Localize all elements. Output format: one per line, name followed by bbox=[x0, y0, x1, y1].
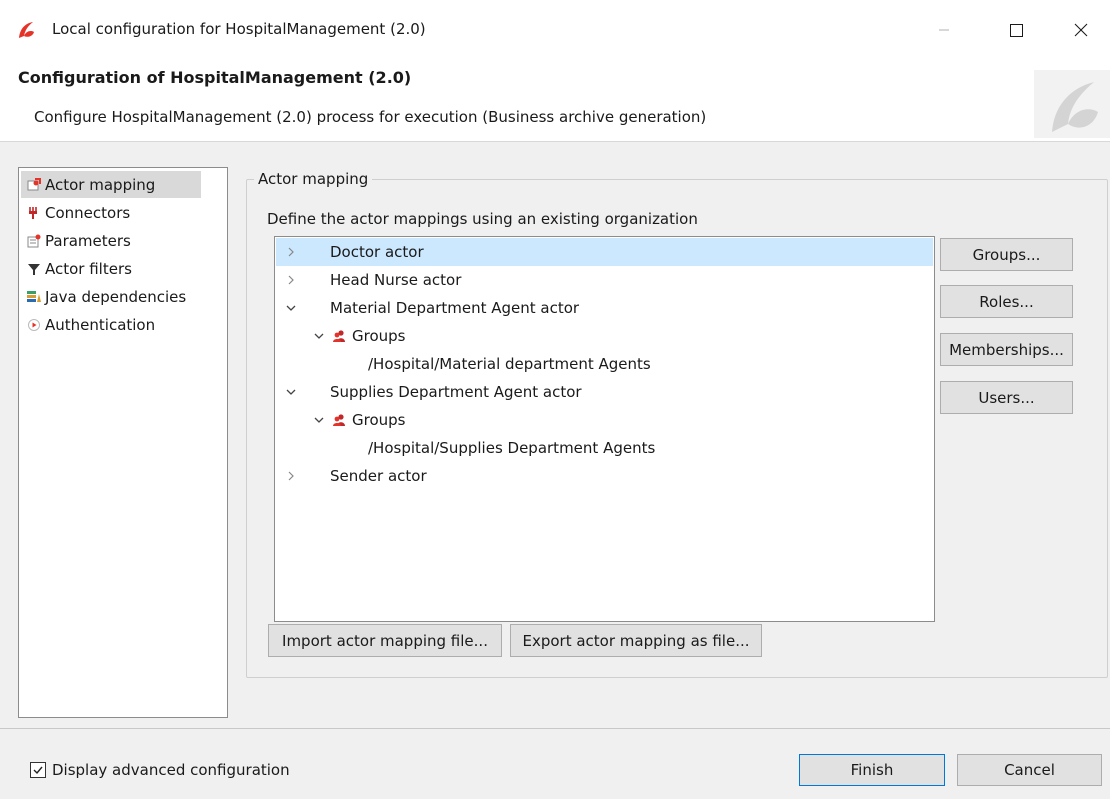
groups-button[interactable]: Groups... bbox=[940, 238, 1073, 271]
nav-item-authentication[interactable]: Authentication bbox=[21, 311, 155, 338]
actor-mapping-tree[interactable]: Doctor actor Head Nurse actor Material D… bbox=[274, 236, 935, 622]
actor-mapping-icon bbox=[27, 177, 41, 192]
finish-button[interactable]: Finish bbox=[799, 754, 945, 786]
nav-item-label: Connectors bbox=[45, 203, 131, 222]
actor-mapping-instructions: Define the actor mappings using an exist… bbox=[267, 210, 698, 228]
advanced-config-checkbox[interactable]: Display advanced configuration bbox=[30, 761, 290, 779]
group-icon bbox=[332, 413, 346, 427]
tree-row-doctor-actor[interactable]: Doctor actor bbox=[276, 238, 933, 266]
tree-row-group-path[interactable]: /Hospital/Supplies Department Agents bbox=[276, 434, 933, 462]
tree-row-material-department-actor[interactable]: Material Department Agent actor bbox=[276, 294, 933, 322]
minimize-icon bbox=[939, 29, 949, 31]
dialog-header: Configuration of HospitalManagement (2.0… bbox=[0, 58, 1110, 141]
tree-row-sender-actor[interactable]: Sender actor bbox=[276, 462, 933, 490]
nav-item-actor-filters[interactable]: Actor filters bbox=[21, 255, 132, 282]
bonita-watermark-icon bbox=[1034, 70, 1110, 138]
nav-item-label: Authentication bbox=[45, 315, 156, 334]
nav-item-connectors[interactable]: Connectors bbox=[21, 199, 130, 226]
import-actor-mapping-button[interactable]: Import actor mapping file... bbox=[268, 624, 502, 657]
advanced-config-label: Display advanced configuration bbox=[52, 761, 290, 779]
tree-row-label: Material Department Agent actor bbox=[330, 299, 580, 317]
bonita-logo-icon bbox=[19, 22, 34, 38]
chevron-down-icon[interactable] bbox=[312, 329, 326, 343]
minimize-button[interactable] bbox=[921, 14, 967, 46]
tree-row-label: Groups bbox=[352, 327, 406, 345]
cancel-button[interactable]: Cancel bbox=[957, 754, 1102, 786]
nav-item-actor-mapping[interactable]: Actor mapping bbox=[21, 171, 201, 198]
checkmark-icon bbox=[33, 766, 43, 775]
checkbox-box[interactable] bbox=[30, 762, 46, 778]
tree-row-label: Doctor actor bbox=[330, 243, 424, 261]
window-title: Local configuration for HospitalManageme… bbox=[52, 20, 426, 38]
tree-row-head-nurse-actor[interactable]: Head Nurse actor bbox=[276, 266, 933, 294]
chevron-right-icon[interactable] bbox=[284, 273, 298, 287]
chevron-down-icon[interactable] bbox=[284, 385, 298, 399]
tree-row-supplies-department-actor[interactable]: Supplies Department Agent actor bbox=[276, 378, 933, 406]
connector-icon bbox=[27, 206, 41, 220]
roles-button[interactable]: Roles... bbox=[940, 285, 1073, 318]
memberships-button[interactable]: Memberships... bbox=[940, 333, 1073, 366]
window-titlebar: Local configuration for HospitalManageme… bbox=[0, 0, 1110, 58]
nav-item-label: Java dependencies bbox=[45, 287, 187, 306]
nav-item-label: Actor mapping bbox=[45, 175, 156, 194]
nav-item-java-dependencies[interactable]: Java dependencies bbox=[21, 283, 186, 310]
tree-row-label: Head Nurse actor bbox=[330, 271, 462, 289]
nav-item-parameters[interactable]: Parameters bbox=[21, 227, 131, 254]
tree-row-group-path[interactable]: /Hospital/Material department Agents bbox=[276, 350, 933, 378]
java-dependencies-icon bbox=[27, 290, 41, 304]
filter-icon bbox=[27, 262, 41, 276]
actor-mapping-group-title: Actor mapping bbox=[254, 170, 373, 188]
close-icon bbox=[1074, 23, 1088, 37]
tree-row-label: /Hospital/Supplies Department Agents bbox=[368, 439, 656, 457]
tree-row-label: Groups bbox=[352, 411, 406, 429]
maximize-button[interactable] bbox=[993, 14, 1039, 46]
config-nav-list: Actor mapping Connectors Parameters Acto… bbox=[18, 167, 228, 718]
chevron-down-icon[interactable] bbox=[312, 413, 326, 427]
nav-item-label: Actor filters bbox=[45, 259, 132, 278]
nav-item-label: Parameters bbox=[45, 231, 131, 250]
close-button[interactable] bbox=[1058, 14, 1104, 46]
footer-separator bbox=[0, 728, 1110, 729]
maximize-icon bbox=[1009, 23, 1023, 37]
page-title: Configuration of HospitalManagement (2.0… bbox=[18, 68, 412, 87]
dialog-body: Actor mapping Connectors Parameters Acto… bbox=[0, 141, 1110, 799]
export-actor-mapping-button[interactable]: Export actor mapping as file... bbox=[510, 624, 762, 657]
tree-row-label: /Hospital/Material department Agents bbox=[368, 355, 651, 373]
users-button[interactable]: Users... bbox=[940, 381, 1073, 414]
chevron-right-icon[interactable] bbox=[284, 469, 298, 483]
group-icon bbox=[332, 329, 346, 343]
tree-row-label: Sender actor bbox=[330, 467, 427, 485]
tree-row-groups[interactable]: Groups bbox=[276, 322, 933, 350]
authentication-icon bbox=[27, 318, 41, 332]
chevron-right-icon[interactable] bbox=[284, 245, 298, 259]
tree-row-groups[interactable]: Groups bbox=[276, 406, 933, 434]
chevron-down-icon[interactable] bbox=[284, 301, 298, 315]
tree-row-label: Supplies Department Agent actor bbox=[330, 383, 582, 401]
page-subtitle: Configure HospitalManagement (2.0) proce… bbox=[34, 108, 707, 126]
parameters-icon bbox=[27, 234, 41, 248]
